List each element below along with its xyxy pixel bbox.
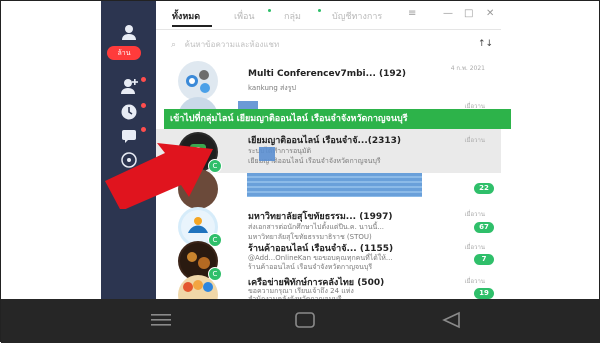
unread-dot: [141, 103, 146, 108]
friends-add-icon[interactable]: [119, 77, 139, 97]
back-icon[interactable]: [441, 311, 461, 333]
unread-count: 7: [474, 254, 494, 265]
active-tab-indicator: [172, 25, 212, 27]
screen: ล้าน ทั้งหมด เพื่อน กลุ่ม บัญชีทางการ ≡ …: [0, 0, 600, 343]
tab-official-accounts[interactable]: บัญชีทางการ: [332, 9, 382, 23]
chat-name: เยียมญาติออนไลน์ เรือนจำจั...(2313): [248, 136, 402, 146]
sort-icon[interactable]: ↑↓: [478, 39, 493, 49]
chat-name: Multi Conferencev7mbi... (192): [248, 69, 407, 79]
filter-icon[interactable]: ≡: [408, 8, 416, 19]
unread-count: 67: [474, 222, 494, 233]
menu-icon[interactable]: [151, 311, 171, 333]
maximize-button[interactable]: □: [464, 8, 473, 19]
home-icon[interactable]: [295, 311, 315, 333]
minimize-button[interactable]: —: [443, 8, 453, 19]
search-icon: ⌕: [171, 40, 177, 50]
tab-groups[interactable]: กลุ่ม: [284, 9, 301, 23]
search-placeholder: ค้นหาข้อความและห้องแชท: [184, 40, 280, 49]
chat-preview-2: ร้านค้าออนไลน์ เรือนจำจังหวัดกาญจนบุรี: [248, 263, 373, 271]
search-input[interactable]: ⌕ ค้นหาข้อความและห้องแชท: [171, 35, 451, 55]
clock-icon[interactable]: [119, 103, 139, 123]
chat-date: เมื่อวาน: [464, 137, 485, 144]
unread-count: 22: [474, 183, 494, 194]
close-button[interactable]: ✕: [486, 8, 494, 19]
chat-preview: kankung ส่งรูป: [248, 84, 296, 92]
redaction-bar: [247, 173, 422, 197]
chat-date: เมื่อวาน: [464, 244, 485, 251]
tab-friends[interactable]: เพื่อน: [234, 9, 255, 23]
instruction-banner: เข้าไปที่กลุ่มไลน์ เยียมญาติออนไลน์ เรือ…: [164, 109, 511, 129]
chat-date: 4 ก.พ. 2021: [450, 65, 485, 72]
tab-dot: [268, 9, 271, 12]
user-icon[interactable]: [119, 23, 139, 43]
tab-bar: ทั้งหมด เพื่อน กลุ่ม บัญชีทางการ ≡ — □ ✕: [156, 1, 501, 30]
notification-badge[interactable]: ล้าน: [107, 46, 141, 60]
unread-count: 19: [474, 288, 494, 299]
unread-dot: [141, 127, 146, 132]
chat-name: มหาวิทยาลัยสุโขทัยธรรม... (1997): [248, 212, 393, 222]
red-arrow-icon: [105, 143, 213, 209]
chat-date: เมื่อวาน: [464, 278, 485, 285]
tab-all[interactable]: ทั้งหมด: [172, 9, 200, 23]
unread-dot: [141, 77, 146, 82]
tab-dot: [318, 9, 321, 12]
chat-date: เมื่อวาน: [464, 211, 485, 218]
android-nav-bar: [1, 299, 600, 343]
redaction-square: [259, 147, 275, 161]
